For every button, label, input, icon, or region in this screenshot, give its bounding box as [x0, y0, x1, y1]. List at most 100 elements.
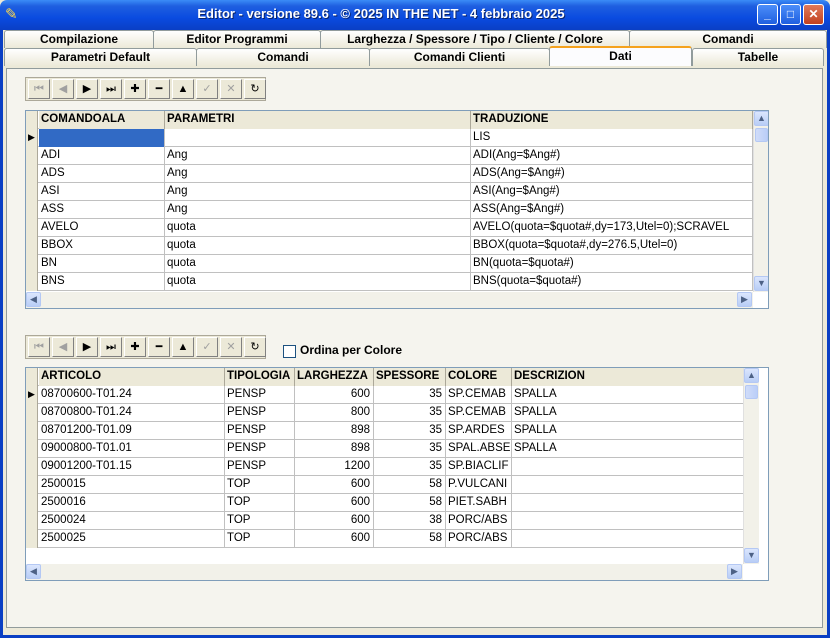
- column-header-traduzione[interactable]: TRADUZIONE: [471, 111, 753, 129]
- horizontal-scrollbar[interactable]: ◀ ▶: [26, 564, 743, 580]
- table-cell[interactable]: PORC/ABS: [446, 530, 512, 548]
- table-cell[interactable]: SPAL.ABSE: [446, 440, 512, 458]
- grid-comandi[interactable]: COMANDOALA PARAMETRI TRADUZIONE ▶ LIS ADI Ang A…: [25, 110, 769, 309]
- prior-button[interactable]: ◀: [52, 337, 74, 357]
- first-button[interactable]: ⏮: [28, 79, 50, 99]
- insert-button[interactable]: ✚: [124, 337, 146, 357]
- table-cell[interactable]: BBOX(quota=$quota#,dy=276.5,Utel=0): [471, 237, 753, 255]
- scroll-down-arrow[interactable]: ▼: [744, 548, 759, 563]
- table-cell[interactable]: PIET.SABH: [446, 494, 512, 512]
- table-cell[interactable]: ASI(Ang=$Ang#): [471, 183, 753, 201]
- scroll-right-arrow[interactable]: ▶: [737, 292, 752, 307]
- table-cell[interactable]: 35: [374, 440, 446, 458]
- insert-button[interactable]: ✚: [124, 79, 146, 99]
- table-row[interactable]: ADI Ang ADI(Ang=$Ang#): [26, 147, 754, 165]
- refresh-button[interactable]: ↻: [244, 337, 266, 357]
- table-cell[interactable]: 58: [374, 494, 446, 512]
- tab-comandi-clienti[interactable]: Comandi Clienti: [369, 48, 550, 66]
- table-row[interactable]: ADS Ang ADS(Ang=$Ang#): [26, 165, 754, 183]
- table-cell[interactable]: 35: [374, 422, 446, 440]
- table-cell[interactable]: quota: [165, 237, 471, 255]
- table-cell[interactable]: 800: [295, 404, 374, 422]
- table-cell[interactable]: 2500015: [39, 476, 225, 494]
- table-cell[interactable]: ASS(Ang=$Ang#): [471, 201, 753, 219]
- table-cell[interactable]: SP.BIACLIF: [446, 458, 512, 476]
- table-row[interactable]: 09000800-T01.01 PENSP 898 35 SPAL.ABSE SPALLA: [26, 440, 744, 458]
- column-header-comandoala[interactable]: COMANDOALA: [39, 111, 165, 129]
- column-header-larghezza[interactable]: LARGHEZZA: [295, 368, 374, 386]
- table-cell[interactable]: ADS(Ang=$Ang#): [471, 165, 753, 183]
- tab-tabelle[interactable]: Tabelle: [692, 48, 824, 66]
- close-button[interactable]: ✕: [803, 4, 824, 25]
- table-cell[interactable]: SP.CEMAB: [446, 404, 512, 422]
- table-cell[interactable]: Ang: [165, 147, 471, 165]
- table-cell[interactable]: 600: [295, 476, 374, 494]
- table-cell[interactable]: 600: [295, 530, 374, 548]
- table-cell[interactable]: 08701200-T01.09: [39, 422, 225, 440]
- refresh-button[interactable]: ↻: [244, 79, 266, 99]
- table-cell[interactable]: PENSP: [225, 440, 295, 458]
- table-cell[interactable]: 600: [295, 512, 374, 530]
- table-cell[interactable]: [165, 129, 471, 147]
- table-row[interactable]: 08700800-T01.24 PENSP 800 35 SP.CEMAB SPALLA: [26, 404, 744, 422]
- table-row[interactable]: 2500025 TOP 600 58 PORC/ABS: [26, 530, 744, 548]
- table-cell[interactable]: TOP: [225, 476, 295, 494]
- grid-articoli[interactable]: ARTICOLO TIPOLOGIA LARGHEZZA SPESSORE COLORE…: [25, 367, 769, 581]
- column-header-articolo[interactable]: ARTICOLO: [39, 368, 225, 386]
- table-cell[interactable]: 898: [295, 422, 374, 440]
- tab-compilazione[interactable]: Compilazione: [4, 30, 154, 48]
- tab-comandi[interactable]: Comandi: [196, 48, 370, 66]
- table-cell[interactable]: TOP: [225, 494, 295, 512]
- edit-button[interactable]: ▲: [172, 337, 194, 357]
- table-cell[interactable]: 2500016: [39, 494, 225, 512]
- table-cell[interactable]: ADI: [39, 147, 165, 165]
- table-cell[interactable]: AVELO: [39, 219, 165, 237]
- delete-button[interactable]: ━: [148, 337, 170, 357]
- table-cell[interactable]: 38: [374, 512, 446, 530]
- minimize-button[interactable]: _: [757, 4, 778, 25]
- table-cell[interactable]: quota: [165, 219, 471, 237]
- table-cell[interactable]: LIS: [471, 129, 753, 147]
- table-cell[interactable]: BBOX: [39, 237, 165, 255]
- table-cell[interactable]: TOP: [225, 530, 295, 548]
- table-row[interactable]: ▶ 08700600-T01.24 PENSP 600 35 SP.CEMAB SPALLA: [26, 386, 744, 404]
- table-cell[interactable]: SP.CEMAB: [446, 386, 512, 404]
- table-row[interactable]: 08701200-T01.09 PENSP 898 35 SP.ARDES SPALLA: [26, 422, 744, 440]
- scroll-thumb[interactable]: [755, 128, 768, 142]
- table-cell[interactable]: [512, 458, 744, 476]
- table-cell[interactable]: PORC/ABS: [446, 512, 512, 530]
- table-row[interactable]: BBOX quota BBOX(quota=$quota#,dy=276.5,Ute…: [26, 237, 754, 255]
- column-header-tipologia[interactable]: TIPOLOGIA: [225, 368, 295, 386]
- table-row[interactable]: ▶ LIS: [26, 129, 754, 147]
- table-cell[interactable]: [512, 512, 744, 530]
- table-cell[interactable]: 898: [295, 440, 374, 458]
- table-cell[interactable]: quota: [165, 255, 471, 273]
- table-row[interactable]: 2500015 TOP 600 58 P.VULCANI: [26, 476, 744, 494]
- table-cell[interactable]: SPALLA: [512, 386, 744, 404]
- vertical-scrollbar[interactable]: ▲ ▼: [753, 111, 768, 292]
- delete-button[interactable]: ━: [148, 79, 170, 99]
- table-cell[interactable]: 35: [374, 386, 446, 404]
- scroll-left-arrow[interactable]: ◀: [26, 292, 41, 307]
- table-cell[interactable]: TOP: [225, 512, 295, 530]
- scroll-right-arrow[interactable]: ▶: [727, 564, 742, 579]
- table-cell[interactable]: 09001200-T01.15: [39, 458, 225, 476]
- table-cell[interactable]: Ang: [165, 183, 471, 201]
- scroll-down-arrow[interactable]: ▼: [754, 276, 768, 291]
- first-button[interactable]: ⏮: [28, 337, 50, 357]
- table-row[interactable]: BNS quota BNS(quota=$quota#): [26, 273, 754, 291]
- table-cell[interactable]: P.VULCANI: [446, 476, 512, 494]
- table-cell[interactable]: AVELO(quota=$quota#,dy=173,Utel=0);SCRAV…: [471, 219, 753, 237]
- table-cell[interactable]: 600: [295, 386, 374, 404]
- table-row[interactable]: ASS Ang ASS(Ang=$Ang#): [26, 201, 754, 219]
- table-cell[interactable]: SPALLA: [512, 404, 744, 422]
- table-cell[interactable]: 08700800-T01.24: [39, 404, 225, 422]
- table-cell[interactable]: 600: [295, 494, 374, 512]
- table-cell[interactable]: quota: [165, 273, 471, 291]
- tab-parametri-default[interactable]: Parametri Default: [4, 48, 197, 66]
- cancel-button[interactable]: ✕: [220, 79, 242, 99]
- post-button[interactable]: ✓: [196, 337, 218, 357]
- table-cell[interactable]: ASS: [39, 201, 165, 219]
- table-cell[interactable]: BNS: [39, 273, 165, 291]
- table-cell[interactable]: 35: [374, 404, 446, 422]
